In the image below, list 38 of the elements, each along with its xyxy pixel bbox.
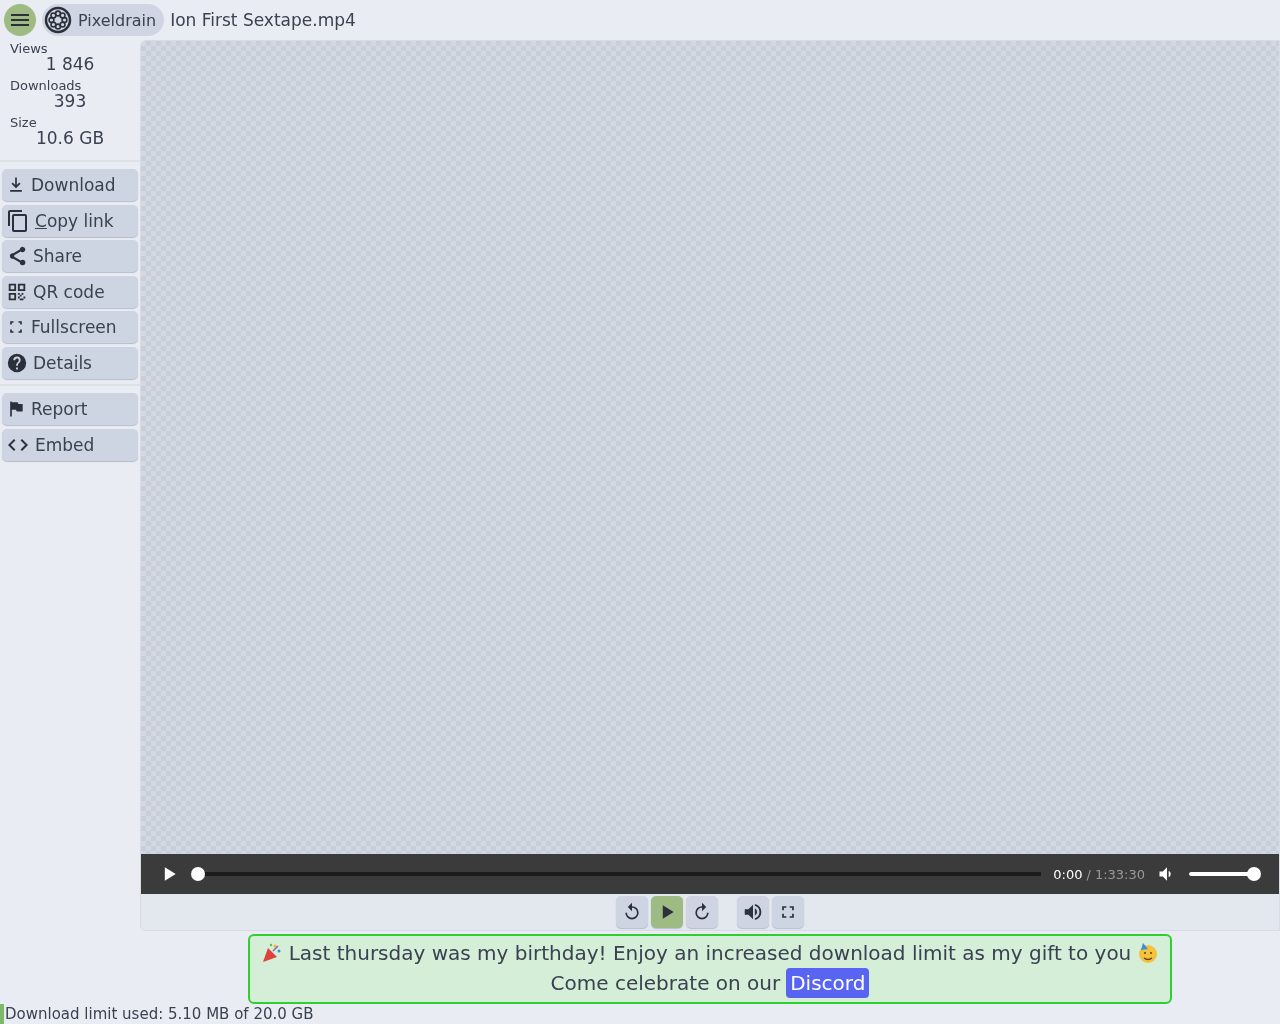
duration: 1:33:30 <box>1094 866 1145 882</box>
share-button[interactable]: Share <box>2 240 138 272</box>
download-limit-text: Download limit used: 5.10 MB of 20.0 GB <box>4 1005 314 1023</box>
rewind-button[interactable] <box>616 896 648 928</box>
home-button[interactable]: Pixeldrain <box>42 4 165 36</box>
copy-icon <box>6 208 30 233</box>
details-button[interactable]: Details <box>2 346 138 379</box>
copy-button[interactable]: Copy link <box>2 204 138 237</box>
fullscreen-button[interactable]: Fullscreen <box>2 311 138 343</box>
video-player[interactable]: 0:00 / 1:33:30 <box>141 41 1279 894</box>
volume-thumb[interactable] <box>1247 867 1261 881</box>
qr-button[interactable]: QR code <box>2 275 138 308</box>
menu-button[interactable] <box>4 4 36 36</box>
file-name: Ion First Sextape.mp4 <box>170 10 356 30</box>
forward-button[interactable] <box>686 896 718 928</box>
download-button[interactable]: Download <box>2 169 138 201</box>
play-button[interactable] <box>651 896 683 928</box>
help-icon <box>6 351 28 374</box>
banner-invite: Come celebrate on our <box>550 970 781 997</box>
stat-value: 1 846 <box>45 54 95 74</box>
stat-label: Size <box>10 115 38 130</box>
party-popper-icon <box>260 942 283 964</box>
stat-label: Views <box>10 41 49 56</box>
logo-icon <box>44 6 72 34</box>
volume-icon <box>742 901 764 923</box>
fullscreen-button[interactable] <box>772 896 804 928</box>
time-separator: / <box>1086 866 1091 882</box>
banner-message: Last thursday was my birthday! Enjoy an increased download limit as my gift to you <box>288 940 1132 967</box>
report-button[interactable]: Report <box>2 393 138 425</box>
volume-button[interactable] <box>737 896 769 928</box>
stat-label: Downloads <box>10 78 83 93</box>
stat-value: 10.6 GB <box>35 128 105 148</box>
seek-fill[interactable] <box>191 867 205 881</box>
embed-button[interactable]: Embed <box>2 428 138 461</box>
discord-link[interactable]: Discord <box>786 968 870 998</box>
current-time: 0:00 <box>1053 866 1083 882</box>
stat-value: 393 <box>53 91 87 111</box>
partying-face-icon <box>1137 942 1160 964</box>
